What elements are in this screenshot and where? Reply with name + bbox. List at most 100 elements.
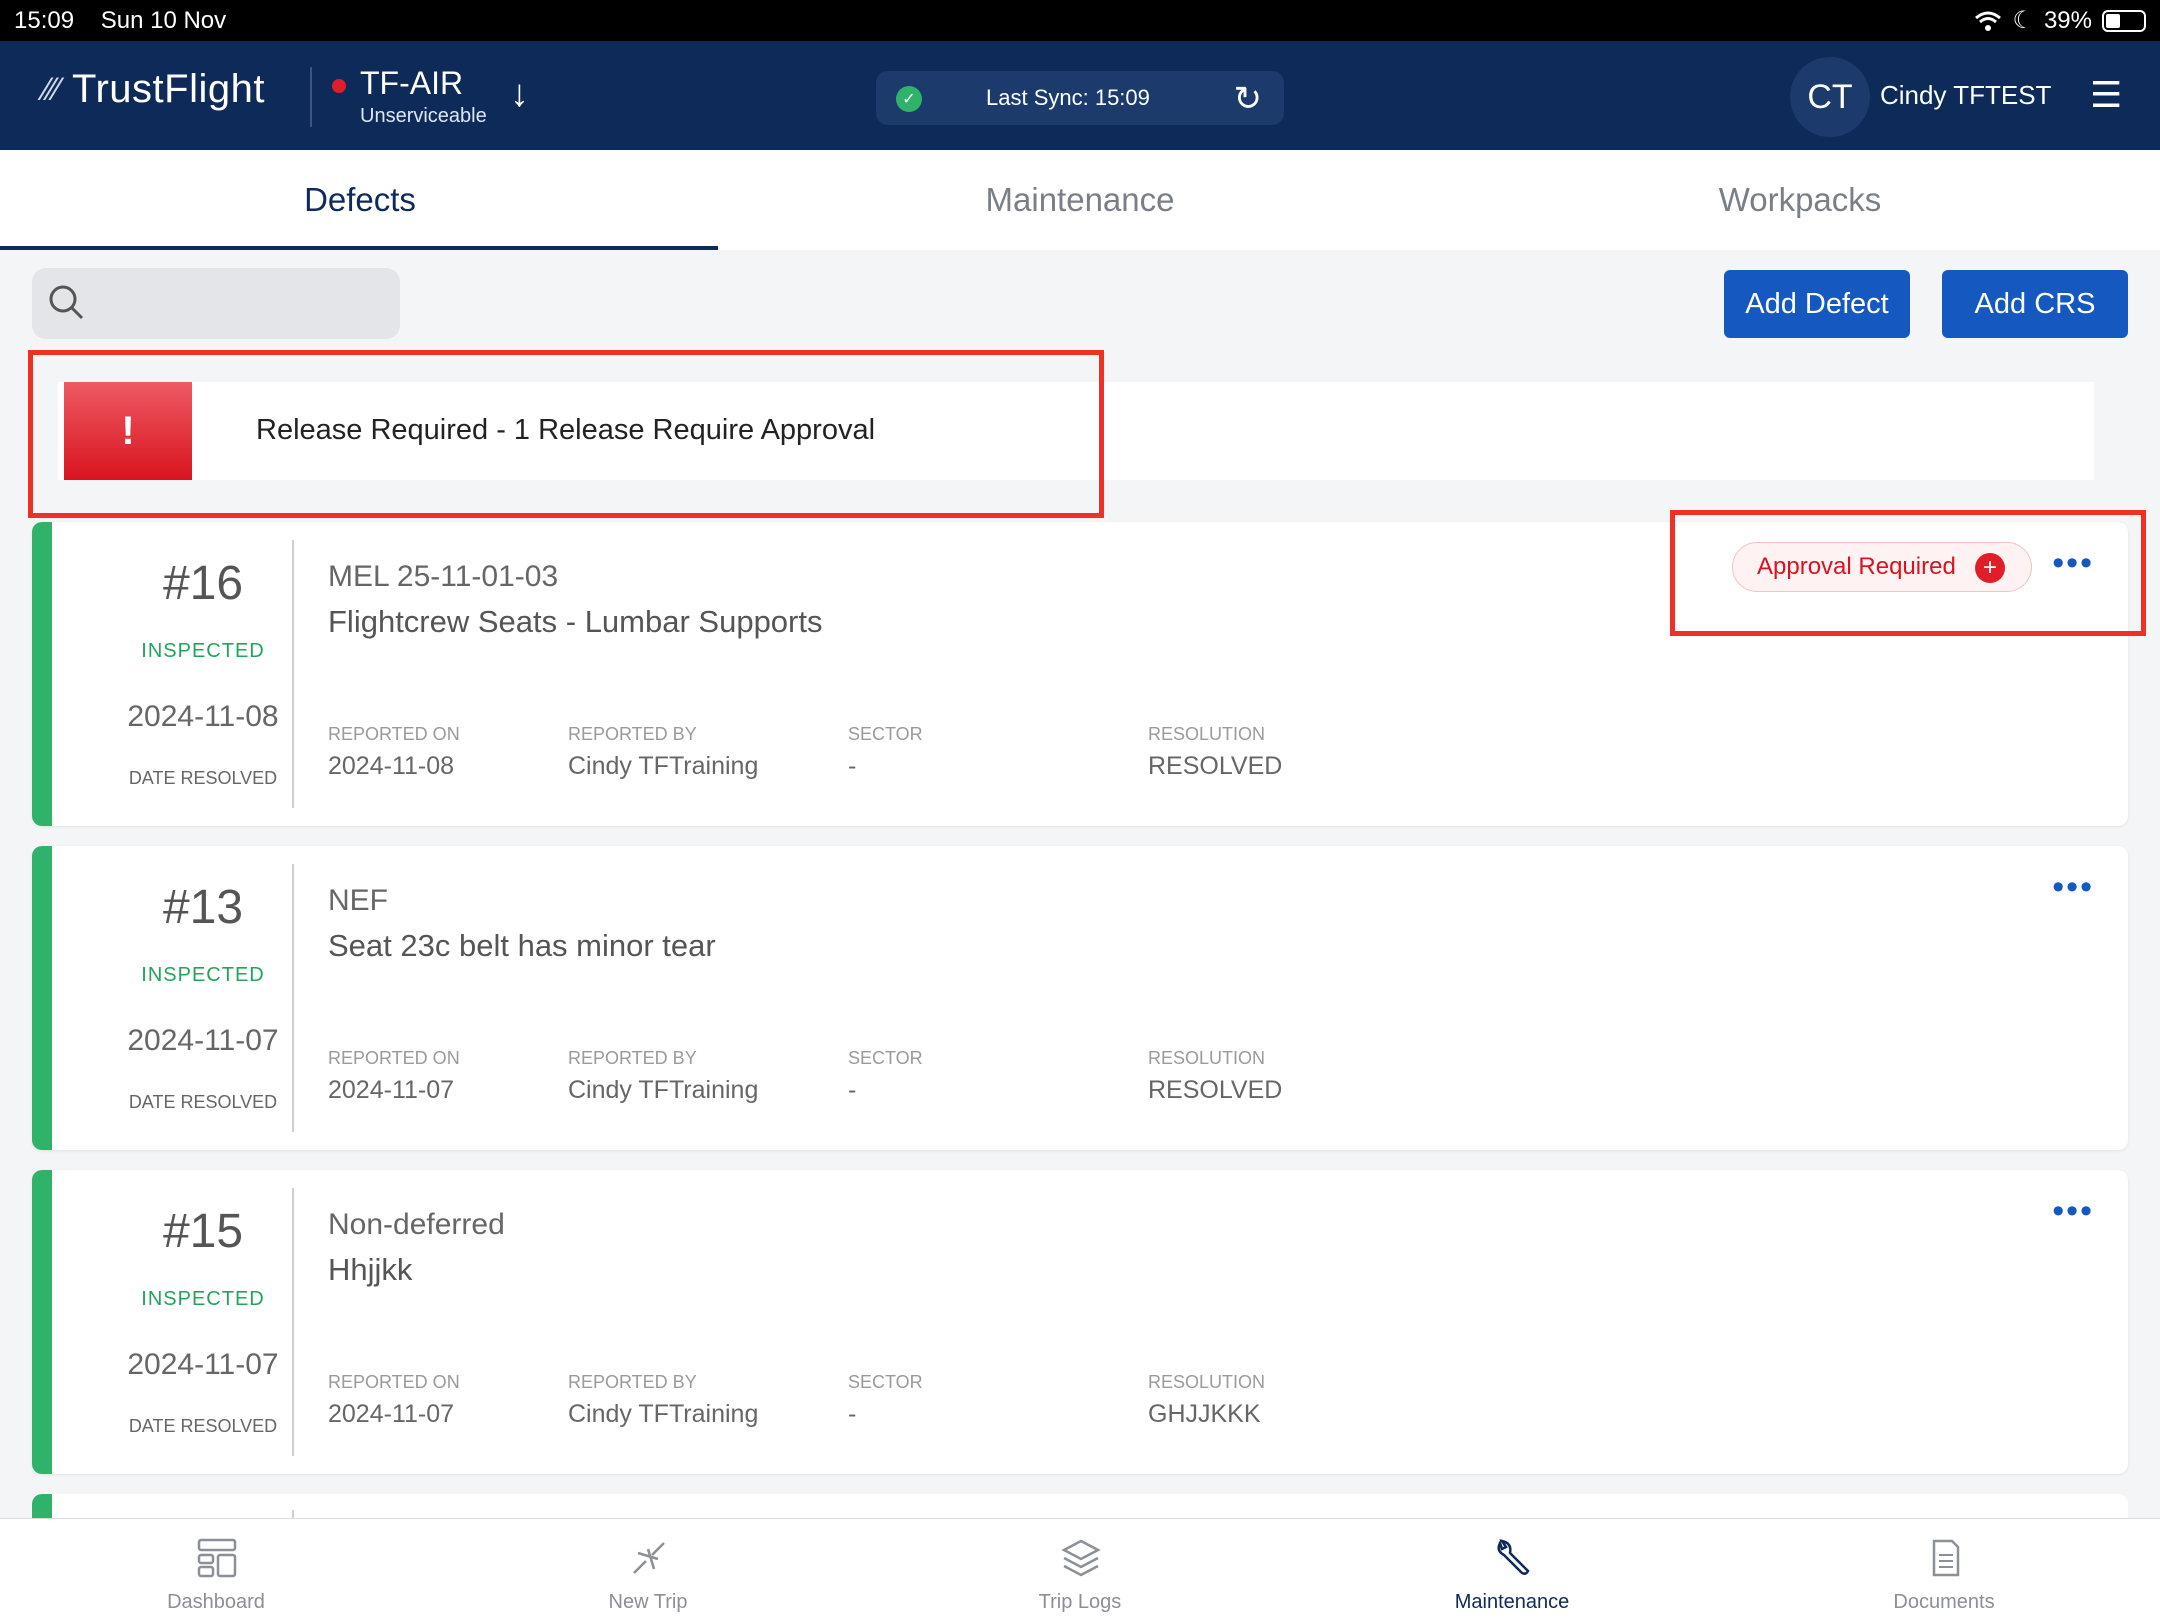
battery-percent: 39%	[2043, 6, 2092, 34]
sector-value: -	[848, 752, 857, 780]
date-resolved-label: DATE RESOLVED	[128, 1416, 278, 1436]
refresh-icon[interactable]: ↻	[1234, 79, 1263, 119]
reported-by-label: REPORTED BY	[568, 1372, 697, 1392]
nav-dashboard[interactable]: Dashboard	[0, 1519, 432, 1620]
defect-title: Hhjjkk	[328, 1252, 413, 1287]
date-resolved-value: 2024-11-07	[127, 1348, 279, 1381]
card-divider	[292, 540, 294, 808]
wifi-icon	[1975, 11, 2002, 31]
defect-number: #13	[162, 881, 244, 934]
date-resolved-label: DATE RESOLVED	[128, 768, 278, 788]
tab-bar: Defects Maintenance Workpacks	[0, 150, 2160, 250]
reported-by-label: REPORTED BY	[568, 1048, 697, 1068]
reported-on-label: REPORTED ON	[328, 1048, 460, 1068]
highlight-box-alert	[28, 350, 1104, 518]
resolution-label: RESOLUTION	[1148, 724, 1266, 744]
reported-on-label: REPORTED ON	[328, 724, 460, 744]
defect-title: Seat 23c belt has minor tear	[328, 928, 716, 963]
highlight-box-approval	[1670, 510, 2146, 636]
nav-new-trip[interactable]: New Trip	[432, 1519, 864, 1620]
airplane-icon	[633, 1542, 665, 1574]
reported-by-value: Cindy TFTraining	[568, 1400, 759, 1428]
nav-maintenance[interactable]: Maintenance	[1296, 1519, 1728, 1620]
card-divider	[292, 864, 294, 1132]
status-bar-green	[32, 1170, 52, 1474]
status-date: Sun 10 Nov	[100, 6, 227, 34]
sector-label: SECTOR	[848, 724, 923, 744]
bottom-nav: Dashboard New Trip Trip Logs Maintenance…	[0, 1518, 2160, 1620]
avatar[interactable]: CT	[1790, 57, 1870, 137]
nav-label: Maintenance	[1454, 1591, 1570, 1613]
tab-maintenance[interactable]: Maintenance	[720, 150, 1440, 250]
nav-label: Documents	[1893, 1591, 1995, 1613]
document-icon	[1932, 1539, 1960, 1577]
aircraft-status-dot	[332, 79, 346, 93]
defect-card[interactable]: #13 INSPECTED 2024-11-07 DATE RESOLVED N…	[32, 846, 2128, 1150]
sync-label: Last Sync: 15:09	[986, 85, 1150, 110]
reported-on-label: REPORTED ON	[328, 1372, 460, 1392]
moon-icon: ☾	[2012, 7, 2034, 34]
status-bar-green	[32, 846, 52, 1150]
defect-number: #15	[162, 1205, 244, 1258]
resolution-value: RESOLVED	[1148, 1076, 1283, 1104]
resolution-value: RESOLVED	[1148, 752, 1283, 780]
resolution-value: GHJJKKK	[1148, 1400, 1261, 1428]
arrow-down-icon[interactable]: ↓	[510, 73, 529, 116]
more-options-icon[interactable]: •••	[2052, 868, 2094, 907]
nav-label: Dashboard	[167, 1591, 265, 1613]
sync-status[interactable]: ✓ Last Sync: 15:09 ↻	[876, 71, 1284, 125]
card-divider	[292, 1188, 294, 1456]
reported-by-value: Cindy TFTraining	[568, 1076, 759, 1104]
add-defect-button[interactable]: Add Defect	[1724, 270, 1910, 338]
status-bar-green	[32, 522, 52, 826]
wrench-icon	[1497, 1539, 1530, 1575]
hamburger-menu-icon[interactable]: ☰	[2090, 74, 2122, 116]
nav-trip-logs[interactable]: Trip Logs	[864, 1519, 1296, 1620]
trustflight-logo[interactable]: ⁄⁄⁄ TrustFlight	[44, 67, 265, 112]
logo-mark-icon: ⁄⁄⁄	[44, 71, 61, 107]
sector-label: SECTOR	[848, 1372, 923, 1392]
status-bar: 15:09 Sun 10 Nov ☾ 39%	[0, 0, 2160, 41]
reported-on-value: 2024-11-08	[328, 752, 455, 780]
status-left: 15:09 Sun 10 Nov	[14, 7, 246, 35]
nav-documents[interactable]: Documents	[1728, 1519, 2160, 1620]
dashboard-icon	[197, 1538, 237, 1578]
defect-title: Flightcrew Seats - Lumbar Supports	[328, 604, 823, 639]
defect-type: Non-deferred	[328, 1208, 505, 1241]
defect-type: MEL 25-11-01-03	[328, 560, 559, 593]
resolution-label: RESOLUTION	[1148, 1048, 1266, 1068]
defect-state: INSPECTED	[141, 964, 265, 986]
more-options-icon[interactable]: •••	[2052, 1192, 2094, 1231]
header-divider	[310, 67, 312, 127]
date-resolved-value: 2024-11-07	[127, 1024, 279, 1057]
tab-workpacks[interactable]: Workpacks	[1440, 150, 2160, 250]
logo-text: TrustFlight	[72, 67, 265, 111]
search-icon	[49, 285, 84, 320]
app-header: ⁄⁄⁄ TrustFlight TF-AIR Unserviceable ↓ ✓…	[0, 41, 2160, 150]
reported-on-value: 2024-11-07	[328, 1400, 455, 1428]
reported-on-value: 2024-11-07	[328, 1076, 455, 1104]
defect-card[interactable]: #15 INSPECTED 2024-11-07 DATE RESOLVED N…	[32, 1170, 2128, 1474]
status-right: ☾ 39%	[1974, 6, 2146, 35]
date-resolved-value: 2024-11-08	[127, 700, 279, 733]
reported-by-label: REPORTED BY	[568, 724, 697, 744]
add-crs-button[interactable]: Add CRS	[1942, 270, 2128, 338]
status-time: 15:09	[14, 6, 75, 34]
defect-number: #16	[162, 557, 244, 610]
sector-value: -	[848, 1400, 857, 1428]
nav-label: Trip Logs	[1038, 1591, 1122, 1613]
nav-label: New Trip	[608, 1591, 688, 1613]
check-circle-icon: ✓	[896, 86, 922, 112]
tab-defects[interactable]: Defects	[0, 150, 720, 250]
layers-icon	[1061, 1539, 1101, 1577]
defect-state: INSPECTED	[141, 1288, 265, 1310]
sector-label: SECTOR	[848, 1048, 923, 1068]
defect-type: NEF	[328, 884, 388, 917]
aircraft-registration[interactable]: TF-AIR	[360, 65, 463, 102]
defect-state: INSPECTED	[141, 640, 265, 662]
search-input[interactable]	[32, 268, 400, 339]
resolution-label: RESOLUTION	[1148, 1372, 1266, 1392]
sector-value: -	[848, 1076, 857, 1104]
reported-by-value: Cindy TFTraining	[568, 752, 759, 780]
user-name[interactable]: Cindy TFTEST	[1880, 80, 2051, 111]
